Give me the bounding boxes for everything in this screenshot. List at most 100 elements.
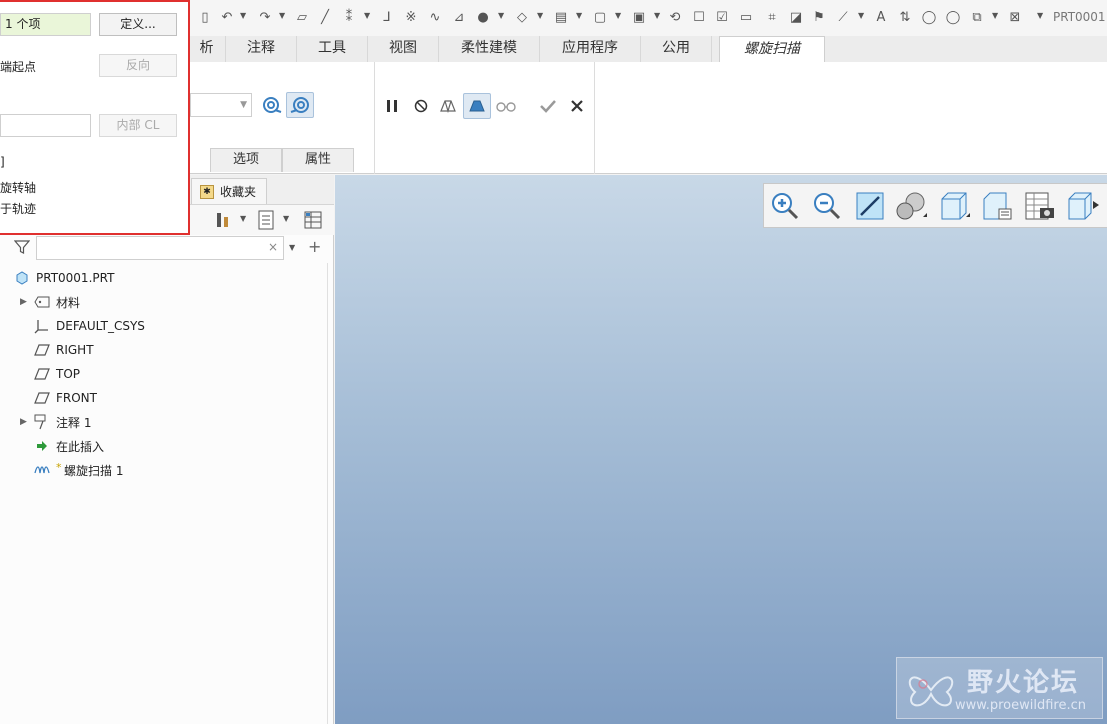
- ruler-icon[interactable]: ⟋: [834, 8, 852, 26]
- tree-filter-input[interactable]: ×: [36, 236, 284, 260]
- csys-icon[interactable]: ⅃: [378, 8, 396, 26]
- sketch-icon[interactable]: ⊿: [450, 8, 468, 26]
- subtab-options[interactable]: 选项: [210, 148, 282, 172]
- tab-applications[interactable]: 应用程序: [540, 36, 641, 62]
- tab-analysis[interactable]: 析: [188, 36, 226, 62]
- tab-annotate[interactable]: 注释: [226, 36, 297, 62]
- tab-view[interactable]: 视图: [368, 36, 439, 62]
- glasses-icon[interactable]: [495, 95, 517, 117]
- close-window-icon[interactable]: ⊠: [1006, 8, 1024, 26]
- appearance-icon[interactable]: ●: [474, 8, 492, 26]
- axis-icon[interactable]: ╱: [316, 8, 334, 26]
- ok-check-icon[interactable]: [537, 95, 559, 117]
- cancel-x-icon[interactable]: [566, 95, 588, 117]
- tree-node-csys[interactable]: DEFAULT_CSYS: [0, 315, 320, 337]
- right-handed-icon[interactable]: [286, 92, 314, 118]
- expand-arrow-icon[interactable]: ▶: [20, 417, 27, 427]
- internal-cl-button[interactable]: 内部 CL: [99, 114, 177, 137]
- tree-show-icon[interactable]: [257, 210, 275, 233]
- refit-icon[interactable]: [853, 190, 887, 222]
- start-point-label: 端起点: [0, 60, 37, 74]
- normal-to-trajectory-option[interactable]: 于轨迹: [0, 200, 36, 217]
- point-dropdown-icon[interactable]: ▼: [364, 11, 370, 20]
- axis-collector[interactable]: [0, 114, 91, 137]
- left-handed-icon[interactable]: [258, 92, 286, 118]
- sections-dropdown-icon[interactable]: ▼: [537, 11, 543, 20]
- named-view-icon[interactable]: [1065, 190, 1099, 222]
- tab-tools[interactable]: 工具: [297, 36, 368, 62]
- tree-node-insert-here[interactable]: 在此插入: [0, 435, 320, 457]
- pause-icon[interactable]: [381, 95, 403, 117]
- point-icon[interactable]: ⁑: [340, 8, 358, 26]
- qat-customize-dropdown-icon[interactable]: ▼: [1037, 11, 1043, 20]
- curve-icon[interactable]: ∿: [426, 8, 444, 26]
- copy-icon[interactable]: ▯: [196, 8, 214, 26]
- tree-node-top[interactable]: TOP: [0, 363, 320, 385]
- tree-node-annotation[interactable]: ▶ 注释 1: [0, 411, 320, 433]
- window-icon[interactable]: ▣: [630, 8, 648, 26]
- box-dropdown-icon[interactable]: ▼: [615, 11, 621, 20]
- text-icon[interactable]: A: [872, 8, 890, 26]
- redo-dropdown-icon[interactable]: ▼: [279, 11, 285, 20]
- undo-icon[interactable]: ↶: [218, 8, 236, 26]
- windows-icon[interactable]: ⧉: [968, 8, 986, 26]
- disabled-circle-2-icon: ◯: [945, 9, 961, 25]
- tree-settings-dropdown-icon[interactable]: ▼: [240, 214, 246, 223]
- measure-icon[interactable]: ⌗: [763, 8, 781, 26]
- layers-icon[interactable]: ▤: [552, 8, 570, 26]
- zoom-in-icon[interactable]: [768, 190, 802, 222]
- clear-filter-icon[interactable]: ×: [268, 240, 278, 254]
- csys-icon: [34, 318, 50, 334]
- expand-arrow-icon[interactable]: ▶: [20, 297, 27, 307]
- tab-helical-sweep[interactable]: 螺旋扫描: [719, 36, 825, 62]
- sweep-profile-collector[interactable]: 1 个项: [0, 13, 91, 36]
- subtab-properties[interactable]: 属性: [282, 148, 354, 172]
- flag-icon[interactable]: ⚑: [810, 8, 828, 26]
- dimension-combo[interactable]: ▼: [190, 93, 252, 117]
- plane-icon[interactable]: ▱: [293, 8, 311, 26]
- snapshot-icon[interactable]: [1023, 190, 1057, 222]
- window-dropdown-icon[interactable]: ▼: [654, 11, 660, 20]
- define-button[interactable]: 定义...: [99, 13, 177, 36]
- appearance-dropdown-icon[interactable]: ▼: [498, 11, 504, 20]
- preview-icon[interactable]: [437, 95, 459, 117]
- redo-icon[interactable]: ↷: [256, 8, 274, 26]
- doc-icon[interactable]: ▭: [737, 8, 755, 26]
- tree-columns-icon[interactable]: [303, 210, 323, 233]
- frame-icon[interactable]: ☐: [690, 8, 708, 26]
- graphics-window[interactable]: [335, 175, 1107, 724]
- manager-icon[interactable]: ⇅: [896, 8, 914, 26]
- saved-orientations-icon[interactable]: [938, 190, 972, 222]
- regenerate-icon[interactable]: ⟲: [666, 8, 684, 26]
- analysis-icon[interactable]: ※: [402, 8, 420, 26]
- filter-icon[interactable]: [13, 239, 31, 258]
- check-frame-icon[interactable]: ☑: [713, 8, 731, 26]
- view-manager-icon[interactable]: [980, 190, 1014, 222]
- zoom-out-icon[interactable]: [810, 190, 844, 222]
- tree-node-front[interactable]: FRONT: [0, 387, 320, 409]
- tab-favorites[interactable]: ✱ 收藏夹: [191, 178, 267, 204]
- add-filter-icon[interactable]: +: [308, 237, 321, 256]
- filter-dropdown-icon[interactable]: ▼: [289, 243, 295, 252]
- undo-dropdown-icon[interactable]: ▼: [240, 11, 246, 20]
- layers-dropdown-icon[interactable]: ▼: [576, 11, 582, 20]
- tree-node-helical-sweep[interactable]: * 螺旋扫描 1: [0, 459, 320, 481]
- tab-common[interactable]: 公用: [641, 36, 712, 62]
- tree-settings-icon[interactable]: [214, 211, 234, 232]
- windows-dropdown-icon[interactable]: ▼: [992, 11, 998, 20]
- display-style-icon[interactable]: [895, 190, 929, 222]
- note-icon[interactable]: ◪: [787, 8, 805, 26]
- watermark-url: www.proewildfire.cn: [955, 698, 1086, 713]
- tree-node-part[interactable]: PRT0001.PRT: [0, 267, 320, 289]
- sections-icon[interactable]: ◇: [513, 8, 531, 26]
- tree-node-right[interactable]: RIGHT: [0, 339, 320, 361]
- through-axis-option[interactable]: 旋转轴: [0, 179, 36, 196]
- tree-show-dropdown-icon[interactable]: ▼: [283, 214, 289, 223]
- tab-flexible-modeling[interactable]: 柔性建模: [439, 36, 540, 62]
- tree-node-material[interactable]: ▶ 材料: [0, 291, 320, 313]
- no-preview-icon[interactable]: [410, 95, 432, 117]
- reverse-button[interactable]: 反向: [99, 54, 177, 77]
- verify-mode-icon[interactable]: [463, 93, 491, 119]
- box-icon[interactable]: ▢: [591, 8, 609, 26]
- ruler-dropdown-icon[interactable]: ▼: [858, 11, 864, 20]
